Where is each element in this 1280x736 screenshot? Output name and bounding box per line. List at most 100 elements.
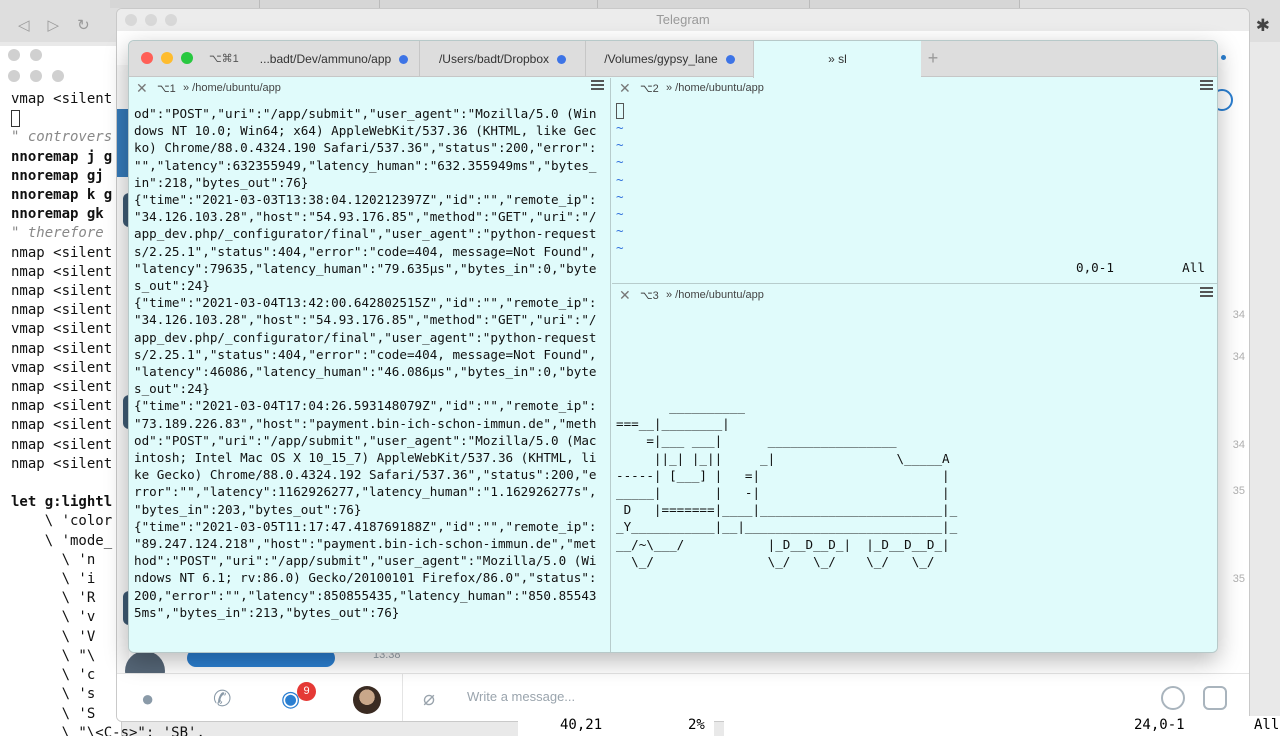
hamburger-menu-icon[interactable] [1200, 80, 1213, 90]
minimize-button[interactable] [30, 70, 42, 82]
log-line: od":"POST","uri":"/app/submit","user_age… [134, 432, 597, 448]
terminal-cursor [616, 103, 624, 119]
close-button[interactable] [125, 14, 137, 26]
close-button[interactable] [8, 70, 20, 82]
ascii-art-line: _____| | -| | [616, 485, 950, 501]
pane-path: » /home/ubuntu/app [666, 82, 764, 94]
close-button[interactable] [8, 49, 20, 61]
log-line: 200,"error":"","latency":850855435,"late… [134, 587, 597, 603]
scroll-percent: All [1254, 717, 1280, 733]
reload-icon[interactable]: ↻ [77, 16, 90, 38]
log-line: "bytes_in":203,"bytes_out":76} [134, 501, 362, 517]
terminal-pane-vim[interactable]: ✕ ⌥2 » /home/ubuntu/app ~ ~ ~ ~ ~ ~ ~ ~ 0,0-1 A… [612, 78, 1217, 284]
tilde-marker: ~ [616, 171, 624, 187]
log-line: in":218,"bytes_out":76} [134, 174, 309, 190]
vim-line: \ "\<C-s>": 'SB', [11, 724, 205, 736]
vim-cursor [11, 109, 20, 127]
tilde-marker: ~ [616, 188, 624, 204]
browser-nav-buttons: ◁ ▷ ↻ [18, 16, 90, 38]
terminal-pane-log[interactable]: ✕ ⌥1 » /home/ubuntu/app od":"POST","uri"… [129, 78, 611, 652]
browser-tab[interactable] [380, 0, 598, 8]
tab-label: /Volumes/gypsy_lane [604, 52, 718, 66]
terminal-pane-sl[interactable]: ✕ ⌥3 » /home/ubuntu/app __________ ===__|… [612, 285, 1217, 652]
close-pane-icon[interactable]: ✕ [619, 287, 631, 304]
terminal-window[interactable]: ⌥⌘1 ...badt/Dev/ammuno/app /Users/badt/D… [128, 40, 1218, 653]
tilde-marker: ~ [616, 137, 624, 153]
minimize-button[interactable] [161, 52, 173, 64]
browser-tab[interactable] [598, 0, 810, 8]
ascii-art-line: ===__|________| [616, 416, 730, 432]
log-line: "","latency":632355949,"latency_human":"… [134, 157, 597, 173]
window-title: Telegram [656, 12, 710, 27]
message-time: 35 [1232, 485, 1245, 497]
close-button[interactable] [141, 52, 153, 64]
tilde-marker: ~ [616, 206, 624, 222]
window-controls [125, 14, 177, 26]
phone-icon[interactable]: ✆ [213, 686, 231, 712]
ascii-art-line: _Y___________|__|_______________________… [616, 519, 958, 535]
message-time: 34 [1232, 351, 1245, 363]
hamburger-menu-icon[interactable] [1200, 287, 1213, 297]
log-line: 5ms","bytes_in":213,"bytes_out":76} [134, 604, 400, 620]
zoom-button[interactable] [52, 70, 64, 82]
browser-tab[interactable] [810, 0, 1020, 8]
message-time: 34 [1232, 439, 1245, 451]
log-output[interactable]: od":"POST","uri":"/app/submit","user_age… [134, 105, 608, 621]
minimize-button[interactable] [145, 14, 157, 26]
log-line: dows NT 10.0; Win64; x64) AppleWebKit/53… [134, 123, 597, 139]
terminal-tab[interactable]: /Users/badt/Dropbox [419, 41, 585, 77]
back-icon[interactable]: ◁ [18, 16, 30, 38]
terminal-tab-active[interactable]: » sl [753, 41, 921, 78]
log-line: ndows NT 6.1; rv:86.0) Gecko/20100101 Fi… [134, 570, 597, 586]
log-line: {"time":"2021-03-04T13:42:00.642802515Z"… [134, 295, 597, 311]
close-pane-icon[interactable]: ✕ [136, 80, 148, 97]
tab-label: ...badt/Dev/ammuno/app [259, 52, 392, 66]
log-line: {"time":"2021-03-04T17:04:26.593148079Z"… [134, 398, 597, 414]
steam-locomotive-ascii-art: __________ ===__|________| =|___ ___| ___… [616, 398, 957, 570]
vim-ruler: 0,0-1 All [1076, 260, 1205, 275]
avatar[interactable] [353, 686, 381, 714]
forward-icon[interactable]: ▷ [48, 16, 60, 38]
log-line: {"time":"2021-03-03T13:38:04.120212397Z"… [134, 192, 597, 208]
vim-statusline: 24,0-1 All [724, 716, 1280, 736]
log-line: s_out":24} [134, 381, 210, 397]
attach-icon[interactable]: ⌀ [423, 686, 435, 711]
log-line: intosh; Intel Mac OS X 10_15_7) AppleWeb… [134, 450, 597, 466]
pane-header: ✕ ⌥2 » /home/ubuntu/app [612, 78, 1217, 100]
log-line: ke Gecko) Chrome/88.0.4324.192 Safari/53… [134, 467, 597, 483]
zoom-button[interactable] [181, 52, 193, 64]
window-controls [141, 52, 193, 64]
tab-label: » sl [828, 52, 847, 66]
log-line: od":"POST","uri":"/app/submit","user_age… [134, 106, 597, 121]
terminal-tab[interactable]: ...badt/Dev/ammuno/app [249, 41, 419, 77]
close-pane-icon[interactable]: ✕ [619, 80, 631, 97]
hamburger-menu-icon[interactable] [591, 80, 604, 90]
browser-tab[interactable] [110, 0, 260, 8]
zoom-button[interactable] [165, 14, 177, 26]
ascii-art-line: D |=======|____|________________________… [616, 502, 958, 518]
new-tab-button[interactable]: + [923, 41, 943, 77]
ascii-art-line: __/~\___/ |_D__D__D_| |_D__D__D_| [616, 536, 950, 552]
puzzle-icon[interactable]: ✱ [1256, 16, 1270, 36]
camera-icon[interactable] [1203, 686, 1227, 710]
terminal-tab[interactable]: /Volumes/gypsy_lane [585, 41, 753, 77]
terminal-tab-bar: ⌥⌘1 ...badt/Dev/ammuno/app /Users/badt/D… [129, 41, 1217, 78]
minimize-button[interactable] [30, 49, 42, 61]
profile-icon[interactable]: ● [141, 686, 154, 712]
ascii-art-line: -----| [___] | =| | [616, 467, 950, 483]
vim-window-background[interactable]: vmap <silent " controvers nnoremap j g nnor… [0, 46, 205, 736]
message-time: 34 [1232, 309, 1245, 321]
telegram-nav-bar: ● ✆ ◉ 9 [117, 674, 403, 721]
log-line: "89.247.124.218","host":"payment.bin-ich… [134, 536, 597, 552]
message-input[interactable]: Write a message... [467, 689, 575, 704]
tilde-marker: ~ [616, 223, 624, 239]
log-line: "34.126.103.28","host":"54.93.176.85","m… [134, 209, 597, 225]
emoji-icon[interactable] [1161, 686, 1185, 710]
window-controls [8, 49, 42, 61]
browser-tab[interactable] [260, 0, 380, 8]
vim-statusline: 40,21 2% [518, 716, 714, 736]
pane-number: ⌥3 [640, 290, 659, 302]
pane-path: » /home/ubuntu/app [183, 82, 281, 94]
telegram-titlebar: Telegram [117, 9, 1249, 31]
log-line: hod":"POST","uri":"/app/submit","user_ag… [134, 553, 597, 569]
